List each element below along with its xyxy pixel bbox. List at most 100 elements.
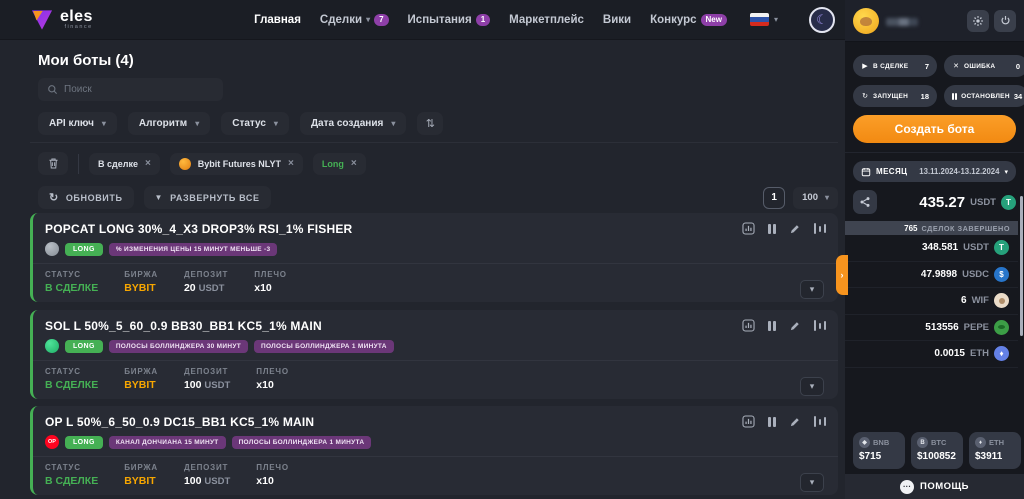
balance-row: 0.0015ETH♦ xyxy=(845,341,1018,368)
search-icon xyxy=(47,84,58,95)
sidebar-scrollbar[interactable] xyxy=(1020,196,1023,336)
nav-item-trials[interactable]: Испытания1 xyxy=(408,14,491,26)
bot-card[interactable]: POPCAT LONG 30%_4_X3 DROP3% RSI_1% FISHE… xyxy=(30,213,838,302)
create-bot-button[interactable]: Создать бота xyxy=(853,115,1016,143)
close-icon[interactable]: × xyxy=(288,158,294,169)
balance-row: 348.581USDTT xyxy=(845,235,1018,262)
bot-pause-button[interactable] xyxy=(768,224,776,234)
bot-edit-button[interactable] xyxy=(789,320,801,332)
bot-actions xyxy=(742,319,826,332)
date-range: 13.11.2024-13.12.2024 xyxy=(919,167,999,176)
filter-created-date[interactable]: Дата создания▾ xyxy=(300,112,406,135)
divider xyxy=(33,263,838,264)
deals-count-badge: 7 xyxy=(374,14,388,26)
russian-flag-icon xyxy=(750,13,769,26)
expand-bot-button[interactable]: ▾ xyxy=(800,377,824,396)
calendar-icon xyxy=(861,167,871,177)
logo-subtitle: finance xyxy=(60,24,93,30)
strategy-badge: % ИЗМЕНЕНИЯ ЦЕНЫ 15 МИНУТ МЕНЬШЕ -3 xyxy=(109,243,278,256)
search-input[interactable] xyxy=(64,84,214,95)
filter-chip-long[interactable]: Long× xyxy=(313,153,366,175)
bot-card[interactable]: SOL L 50%_5_60_0.9 BB30_BB1 KC5_1% MAIN … xyxy=(30,310,838,399)
nav-links: Главная Сделки▾7 Испытания1 Маркетплейс … xyxy=(254,7,835,33)
bot-edit-button[interactable] xyxy=(789,223,801,235)
stat-chip-running[interactable]: ↻ЗАПУЩЕН18 xyxy=(853,85,937,107)
expand-bot-button[interactable]: ▾ xyxy=(800,473,824,492)
sort-direction-button[interactable]: ⇅ xyxy=(417,112,443,135)
leverage-label: ПЛЕЧО xyxy=(256,463,289,472)
bot-settings-button[interactable] xyxy=(814,320,827,331)
avatar[interactable] xyxy=(853,8,879,34)
balance-row: 47.9898USDC$ xyxy=(845,262,1018,289)
close-icon[interactable]: × xyxy=(351,158,357,169)
bot-settings-button[interactable] xyxy=(814,223,827,234)
sol-coin-icon xyxy=(45,339,59,353)
direction-badge: LONG xyxy=(65,243,103,256)
page-number-button[interactable]: 1 xyxy=(763,187,785,209)
btc-coin-icon: B xyxy=(917,437,928,448)
chevron-down-icon: ▾ xyxy=(1004,168,1008,176)
close-icon[interactable]: × xyxy=(145,158,151,169)
sliders-icon xyxy=(814,320,827,331)
stat-chip-stopped[interactable]: ОСТАНОВЛЕН34 xyxy=(944,85,1024,107)
pagination: 1 100▾ xyxy=(763,187,838,209)
logout-button[interactable] xyxy=(994,10,1016,32)
page-size-select[interactable]: 100▾ xyxy=(793,187,838,209)
leverage-label: ПЛЕЧО xyxy=(256,367,289,376)
nav-item-wiki[interactable]: Вики xyxy=(603,14,631,26)
bot-stats-button[interactable] xyxy=(742,319,755,332)
stat-chip-error[interactable]: ✕ОШИБКА0 xyxy=(944,55,1024,77)
settings-button[interactable] xyxy=(967,10,989,32)
balance-list: 348.581USDTT 47.9898USDC$ 6WIF 513556PEP… xyxy=(845,235,1018,368)
chevron-down-icon: ▾ xyxy=(102,119,106,128)
bot-pause-button[interactable] xyxy=(768,321,776,331)
bot-stats-button[interactable] xyxy=(742,222,755,235)
profit-value: 435.27 xyxy=(919,194,965,211)
divider xyxy=(845,152,1024,153)
expand-bot-button[interactable]: ▾ xyxy=(800,280,824,299)
language-selector[interactable]: ▾ xyxy=(750,13,778,26)
usdc-coin-icon: $ xyxy=(994,267,1009,282)
bot-edit-button[interactable] xyxy=(789,416,801,428)
ticker-eth: ♦ETH$3911 xyxy=(969,432,1021,469)
share-button[interactable] xyxy=(853,190,877,214)
expand-all-button[interactable]: ▼РАЗВЕРНУТЬ ВСЕ xyxy=(144,186,271,209)
filter-chip-api-key[interactable]: Bybit Futures NLYT× xyxy=(170,153,303,175)
pause-icon xyxy=(768,224,776,234)
help-button[interactable]: ··· ПОМОЩЬ xyxy=(845,474,1024,499)
veles-logo[interactable]: eles finance xyxy=(30,8,93,32)
nav-item-home[interactable]: Главная xyxy=(254,14,301,26)
chat-icon: ··· xyxy=(900,480,914,494)
nav-item-deals[interactable]: Сделки▾7 xyxy=(320,14,389,26)
new-badge: New xyxy=(701,14,727,26)
app-root: eles finance Главная Сделки▾7 Испытания1… xyxy=(0,0,1024,499)
theme-toggle[interactable]: ☾ xyxy=(809,7,835,33)
filter-algorithm[interactable]: Алгоритм▾ xyxy=(128,112,210,135)
filter-chip-in-deal[interactable]: В сделке× xyxy=(89,153,160,175)
nav-item-marketplace[interactable]: Маркетплейс xyxy=(509,14,584,26)
filter-api-key[interactable]: API ключ▾ xyxy=(38,112,117,135)
bot-settings-button[interactable] xyxy=(814,416,827,427)
leverage-value: x10 xyxy=(254,282,287,294)
period-selector[interactable]: МЕСЯЦ 13.11.2024-13.12.2024 ▾ xyxy=(853,161,1016,182)
bot-pause-button[interactable] xyxy=(768,417,776,427)
bot-status-row: СТАТУСВ СДЕЛКЕ БИРЖАBYBIT ДЕПОЗИТ100 USD… xyxy=(45,367,826,391)
sidebar-collapse-handle[interactable]: › xyxy=(836,255,848,295)
active-filters-row: В сделке× Bybit Futures NLYT× Long× xyxy=(38,152,366,175)
status-value: В СДЕЛКЕ xyxy=(45,379,98,391)
chevron-down-icon: ▾ xyxy=(825,193,829,202)
direction-badge: LONG xyxy=(65,436,103,449)
bot-card[interactable]: OP L 50%_6_50_0.9 DC15_BB1 KC5_1% MAIN O… xyxy=(30,406,838,495)
stats-icon xyxy=(742,319,755,332)
refresh-button[interactable]: ↻ОБНОВИТЬ xyxy=(38,186,134,209)
bot-stats-button[interactable] xyxy=(742,415,755,428)
sliders-icon xyxy=(814,223,827,234)
top-navbar: eles finance Главная Сделки▾7 Испытания1… xyxy=(0,0,845,40)
filter-status[interactable]: Статус▾ xyxy=(221,112,289,135)
stat-chip-in-deal[interactable]: ▶В СДЕЛКЕ7 xyxy=(853,55,937,77)
ticker-bnb: ◆BNB$715 xyxy=(853,432,905,469)
bybit-coin-icon xyxy=(179,158,191,170)
sliders-icon xyxy=(814,416,827,427)
nav-item-contest[interactable]: КонкурсNew xyxy=(650,14,727,26)
clear-filters-button[interactable] xyxy=(38,152,68,175)
